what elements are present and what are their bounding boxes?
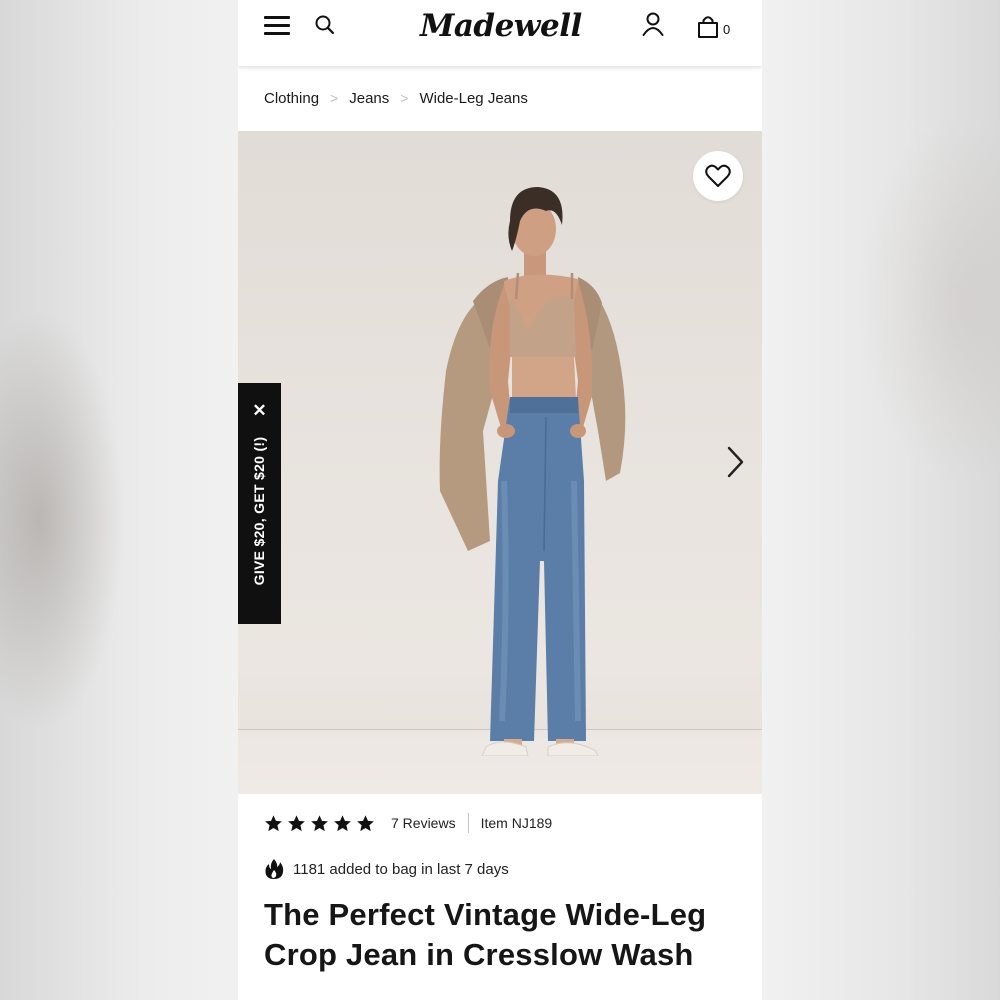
madewell-logo[interactable]: Madewell: [420, 4, 582, 48]
promo-label: GIVE $20, GET $20 (!): [251, 436, 267, 586]
flame-icon: [265, 859, 284, 879]
product-title: The Perfect Vintage Wide-Leg Crop Jean i…: [264, 897, 707, 972]
star-rating[interactable]: [264, 814, 375, 833]
star-icon: [265, 814, 282, 831]
star-icon: [311, 814, 328, 831]
product-model-photo: [439, 187, 626, 756]
mobile-page: Madewell 0 Clothing > Jeans > Wide-Leg J…: [238, 0, 762, 1000]
site-header: Madewell 0: [238, 0, 762, 66]
star-icon: [357, 814, 374, 831]
background-left: [0, 0, 238, 1000]
chevron-right-icon[interactable]: [722, 445, 748, 479]
breadcrumb-jeans[interactable]: Jeans: [349, 90, 389, 107]
divider: [467, 813, 469, 833]
star-icon: [288, 814, 305, 831]
breadcrumb-separator: >: [330, 90, 339, 106]
wishlist-button[interactable]: [693, 151, 743, 201]
social-proof: 1181 added to bag in last 7 days: [264, 857, 509, 881]
referral-promo-tab[interactable]: ✕ GIVE $20, GET $20 (!): [238, 383, 281, 624]
social-proof-text: 1181 added to bag in last 7 days: [293, 860, 509, 878]
close-icon[interactable]: ✕: [250, 401, 269, 420]
bag-button[interactable]: 0: [697, 13, 730, 39]
breadcrumb-wide-leg-jeans[interactable]: Wide-Leg Jeans: [419, 90, 527, 107]
hamburger-menu-icon[interactable]: [264, 15, 290, 37]
bag-count: 0: [723, 22, 731, 37]
reviews-link[interactable]: 7 Reviews: [391, 815, 456, 831]
breadcrumb-separator: >: [400, 90, 409, 106]
rating-row: 7 Reviews Item NJ189: [264, 811, 552, 835]
breadcrumb: Clothing > Jeans > Wide-Leg Jeans: [264, 88, 528, 108]
search-icon[interactable]: [314, 14, 336, 36]
user-icon[interactable]: [641, 11, 665, 37]
heart-icon: [705, 164, 731, 187]
breadcrumb-clothing[interactable]: Clothing: [264, 90, 319, 107]
star-icon: [334, 814, 351, 831]
background-right: [762, 0, 1000, 1000]
shopping-bag-icon: [698, 16, 718, 38]
item-number: Item NJ189: [480, 815, 553, 831]
product-image-carousel[interactable]: [238, 131, 762, 794]
